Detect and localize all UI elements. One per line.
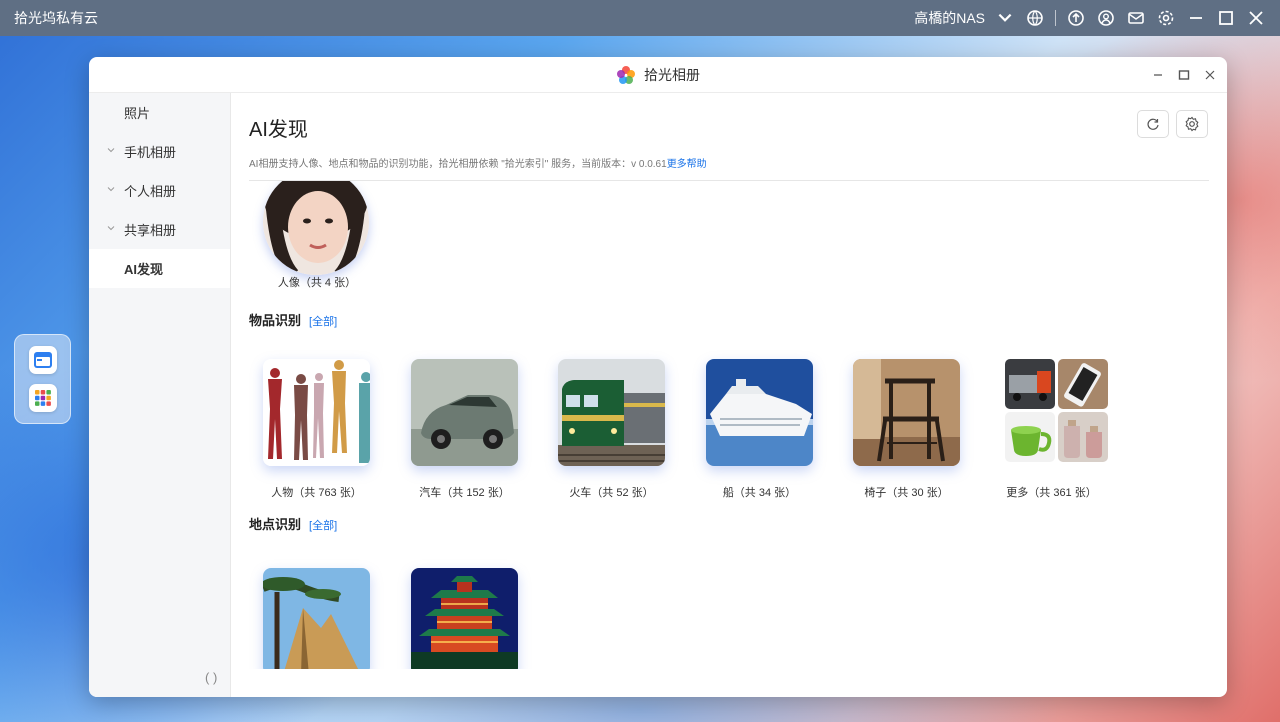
sidebar: 照片 手机相册 个人相册 共享相册 AI发现 ( ) [89,93,231,697]
object-thumb-ship[interactable] [706,359,813,466]
objects-all-link[interactable]: [全部] [309,316,337,328]
window-title: 拾光相册 [644,66,700,83]
person-avatar[interactable] [263,181,369,275]
page-description: AI相册支持人像、地点和物品的识别功能，拾光相册依赖 "拾光索引" 服务，当前版… [249,155,707,170]
places-title: 地点识别 [249,517,302,532]
chevron-down-icon[interactable] [107,146,115,154]
dock-app-grid-icon[interactable] [28,384,57,412]
close-icon[interactable] [1246,8,1266,28]
more-thumb-cup[interactable] [1005,412,1055,462]
sidebar-item-phone-albums[interactable]: 手机相册 [89,132,230,171]
description-text: AI相册支持人像、地点和物品的识别功能，拾光相册依赖 "拾光索引" 服务，当前版… [249,159,667,170]
more-help-link[interactable]: 更多帮助 [667,159,707,170]
main-content: AI发现 AI相册支持人像、地点和物品的识别功能，拾光相册依赖 "拾光索引" 服… [231,93,1227,697]
upload-icon[interactable] [1066,8,1086,28]
places-section-title: 地点识别 [全部] [249,514,337,533]
chevron-down-icon[interactable] [107,224,115,232]
object-thumb-car[interactable] [411,359,518,466]
system-app-title: 拾光坞私有云 [14,10,98,26]
more-thumb-truck[interactable] [1005,359,1055,409]
user-icon[interactable] [1096,8,1116,28]
topbar-separator [1055,10,1056,26]
app-logo-icon [616,65,636,85]
page-title: AI发现 [249,119,308,141]
object-label-train: 火车（共 52 张） [569,487,654,499]
object-thumb-train[interactable] [558,359,665,466]
more-thumb-phone[interactable] [1058,359,1108,409]
sidebar-item-label: 共享相册 [124,223,177,238]
object-label-people: 人物（共 763 张） [271,487,362,499]
system-topbar: 拾光坞私有云 高橋的NAS [0,0,1280,36]
dock-app-browser-icon[interactable] [28,346,57,374]
gear-icon[interactable] [1156,8,1176,28]
place-thumb-mountain[interactable] [263,568,370,669]
object-label-more[interactable]: 更多（共 361 张） [998,484,1105,500]
chevron-down-icon[interactable] [107,185,115,193]
object-label-car: 汽车（共 152 张） [419,487,510,499]
object-thumb-chair[interactable] [853,359,960,466]
minimize-icon[interactable] [1186,8,1206,28]
content-scroll-area[interactable]: 人像（共 4 张） 物品识别 [全部] 人物（共 763 张） 汽车（共 152… [231,181,1227,669]
objects-section-title: 物品识别 [全部] [249,310,337,329]
object-label-chair: 椅子（共 30 张） [864,487,949,499]
object-thumb-people[interactable] [263,359,370,466]
gear-icon [1185,116,1199,132]
desktop-dock [14,334,71,424]
refresh-button[interactable] [1137,110,1169,138]
objects-title: 物品识别 [249,313,302,328]
refresh-icon [1147,118,1159,130]
sidebar-item-ai-discover[interactable]: AI发现 [89,249,230,288]
places-all-link[interactable]: [全部] [309,520,337,532]
sidebar-item-label: 手机相册 [124,145,177,160]
window-close-icon[interactable] [1203,68,1217,82]
sidebar-item-label: 照片 [124,106,151,121]
window-maximize-icon[interactable] [1177,68,1191,82]
window-titlebar: 拾光相册 [89,57,1227,93]
place-thumb-pavilion[interactable] [411,568,518,669]
window-minimize-icon[interactable] [1151,68,1165,82]
more-thumb-bottles[interactable] [1058,412,1108,462]
sidebar-item-label: 个人相册 [124,184,177,199]
object-label-ship: 船（共 34 张） [722,487,797,499]
nas-name[interactable]: 高橋的NAS [914,8,985,28]
mail-icon[interactable] [1126,8,1146,28]
sidebar-item-shared-albums[interactable]: 共享相册 [89,210,230,249]
photo-album-window: 拾光相册 照片 手机相册 个人相册 共享相册 AI发现 ( ) AI发现 AI相… [89,57,1227,697]
network-icon[interactable] [1025,8,1045,28]
sidebar-item-personal-albums[interactable]: 个人相册 [89,171,230,210]
person-count-label: 人像（共 4 张） [277,277,357,289]
sidebar-item-label: AI发现 [124,262,164,277]
maximize-icon[interactable] [1216,8,1236,28]
sidebar-collapse-toggle[interactable]: ( ) [205,670,217,685]
sidebar-item-photos[interactable]: 照片 [89,93,230,132]
chevron-down-icon[interactable] [995,8,1015,28]
settings-button[interactable] [1176,110,1208,138]
